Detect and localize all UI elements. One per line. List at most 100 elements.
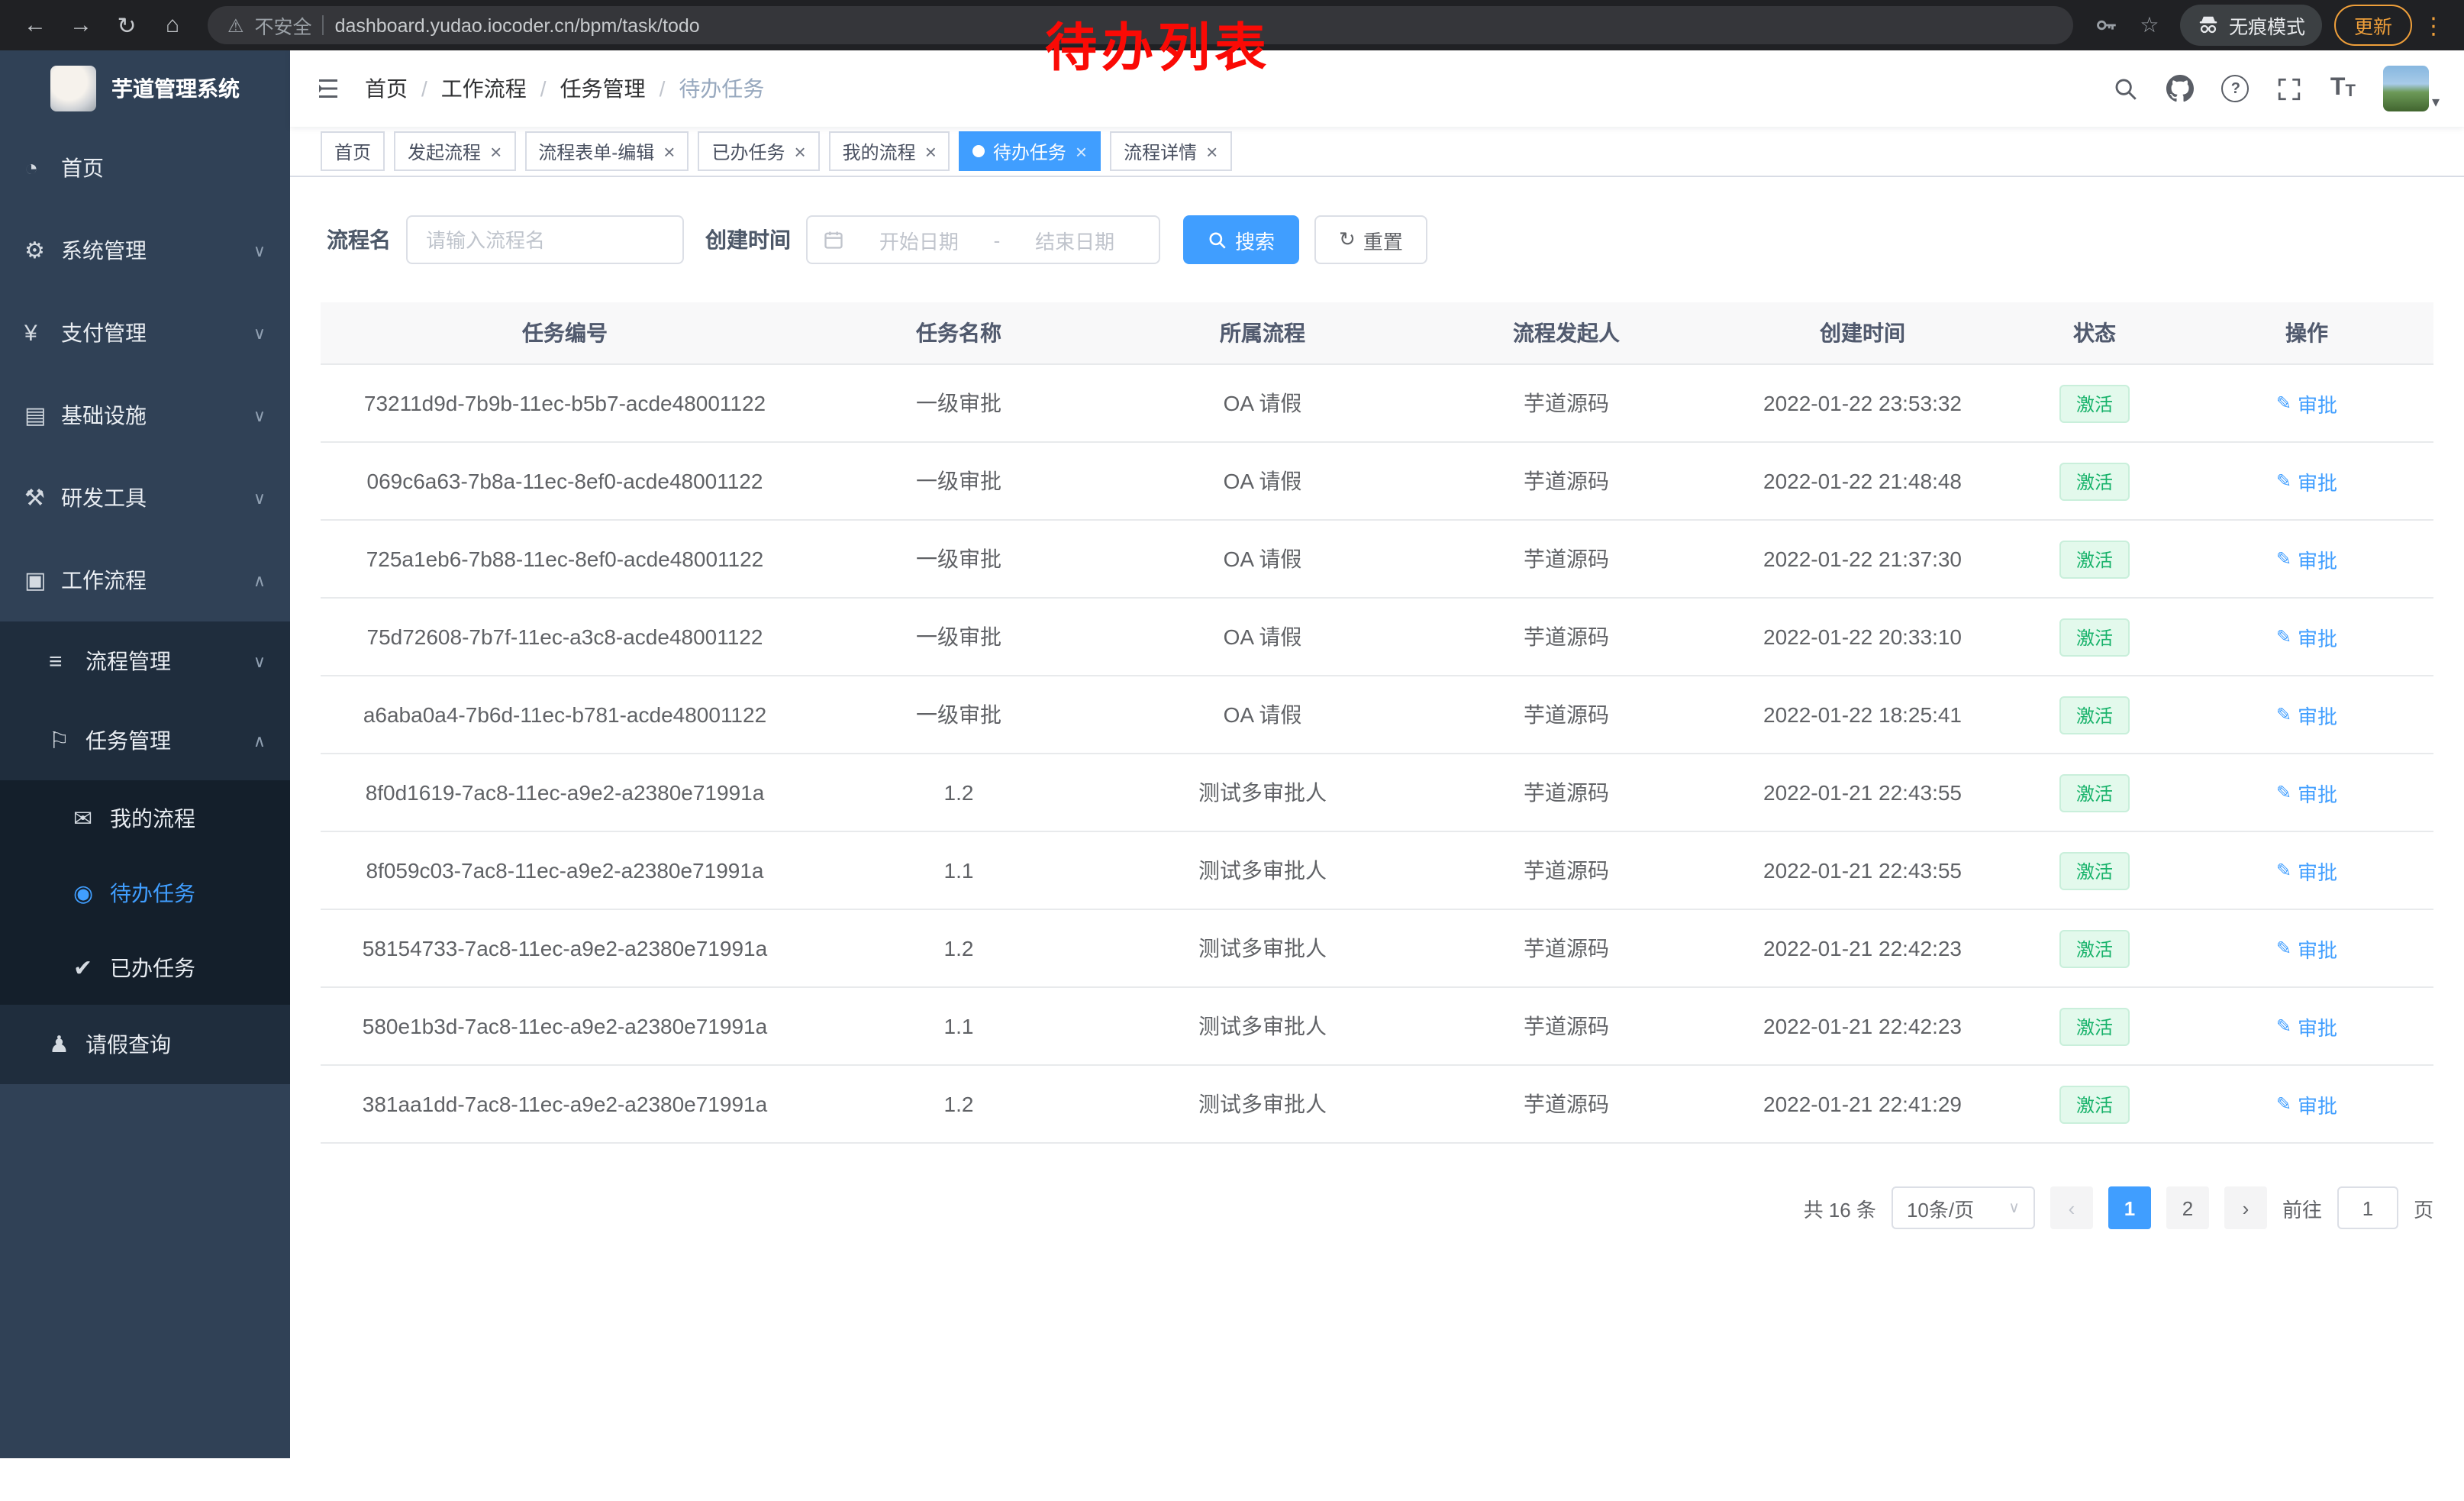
- approve-button[interactable]: ✎审批: [2276, 1089, 2337, 1118]
- sidebar-item-label: 基础设施: [61, 400, 244, 431]
- browser-refresh-icon[interactable]: ↻: [107, 5, 147, 45]
- close-icon[interactable]: ×: [490, 141, 502, 161]
- update-button[interactable]: 更新: [2334, 5, 2412, 46]
- fullscreen-icon[interactable]: [2277, 76, 2303, 102]
- sidebar-item-label: 我的流程: [110, 802, 266, 833]
- breadcrumb: 首页 / 工作流程 / 任务管理 / 待办任务: [365, 73, 764, 104]
- close-icon[interactable]: ×: [1206, 141, 1217, 161]
- approve-button[interactable]: ✎审批: [2276, 934, 2337, 963]
- sidebar-item-system-management[interactable]: ⚙ 系统管理 ∨: [0, 209, 290, 292]
- tab-process-form-edit[interactable]: 流程表单-编辑 ×: [524, 131, 689, 171]
- close-icon[interactable]: ×: [663, 141, 675, 161]
- process-name-input[interactable]: [406, 215, 684, 264]
- cell-created: 2022-01-21 22:43:55: [1716, 754, 2009, 831]
- approve-button[interactable]: ✎审批: [2276, 700, 2337, 729]
- cell-initiator: 芋道源码: [1417, 987, 1716, 1065]
- sidebar-item-label: 已办任务: [110, 952, 266, 983]
- help-icon[interactable]: ?: [2222, 75, 2250, 102]
- cell-task-name: 一级审批: [809, 676, 1108, 754]
- close-icon[interactable]: ×: [794, 141, 805, 161]
- top-navbar: 首页 / 工作流程 / 任务管理 / 待办任务: [290, 50, 2464, 127]
- status-badge: 激活: [2059, 851, 2130, 889]
- process-name-label: 流程名: [327, 224, 391, 255]
- edit-icon: ✎: [2276, 626, 2291, 647]
- approve-button[interactable]: ✎审批: [2276, 778, 2337, 807]
- approve-button[interactable]: ✎审批: [2276, 466, 2337, 495]
- sidebar-item-todo-tasks[interactable]: ◉ 待办任务: [0, 855, 290, 930]
- star-icon[interactable]: ☆: [2131, 7, 2168, 44]
- chevron-down-icon: ∨: [253, 323, 266, 343]
- search-button[interactable]: 搜索: [1183, 215, 1299, 264]
- breadcrumb-home[interactable]: 首页: [365, 73, 408, 104]
- search-icon: [1208, 230, 1227, 250]
- cell-created: 2022-01-21 22:43:55: [1716, 831, 2009, 909]
- sidebar-collapse-button[interactable]: [314, 75, 342, 102]
- sidebar-item-my-processes[interactable]: ✉ 我的流程: [0, 780, 290, 855]
- tab-initiate-process[interactable]: 发起流程 ×: [394, 131, 515, 171]
- page-size-select[interactable]: 10条/页 ∨: [1892, 1186, 2035, 1229]
- browser-back-icon[interactable]: ←: [15, 5, 55, 45]
- tab-my-processes[interactable]: 我的流程 ×: [829, 131, 950, 171]
- next-page-button[interactable]: ›: [2224, 1186, 2267, 1229]
- sidebar-item-label: 请假查询: [85, 1029, 266, 1060]
- close-icon[interactable]: ×: [1076, 141, 1087, 161]
- sidebar-item-dev-tools[interactable]: ⚒ 研发工具 ∨: [0, 457, 290, 539]
- goto-page-input[interactable]: [2337, 1186, 2398, 1229]
- approve-button[interactable]: ✎审批: [2276, 1012, 2337, 1041]
- cell-actions: ✎审批: [2180, 1065, 2433, 1143]
- tab-process-detail[interactable]: 流程详情 ×: [1110, 131, 1231, 171]
- page-button-2[interactable]: 2: [2166, 1186, 2209, 1229]
- cell-task-name: 一级审批: [809, 442, 1108, 520]
- app-frame: 芋道管理系统 ◔ 首页 ⚙ 系统管理 ∨ ¥ 支付管理 ∨ ▤: [0, 50, 2464, 1501]
- sidebar-item-task-management[interactable]: ⚐ 任务管理 ∧: [0, 701, 290, 780]
- approve-button[interactable]: ✎审批: [2276, 622, 2337, 651]
- approve-button[interactable]: ✎审批: [2276, 856, 2337, 885]
- browser-forward-icon[interactable]: →: [61, 5, 101, 45]
- breadcrumb-task-management[interactable]: 任务管理: [560, 73, 646, 104]
- user-avatar[interactable]: ▾: [2383, 66, 2440, 111]
- app-logo[interactable]: 芋道管理系统: [0, 50, 290, 127]
- avatar[interactable]: [2383, 66, 2429, 111]
- cell-status: 激活: [2009, 909, 2180, 987]
- sidebar-item-leave-query[interactable]: ♟ 请假查询: [0, 1005, 290, 1084]
- cell-initiator: 芋道源码: [1417, 831, 1716, 909]
- page-button-1[interactable]: 1: [2108, 1186, 2151, 1229]
- sidebar-item-dashboard[interactable]: ◔ 首页: [0, 127, 290, 209]
- approve-button[interactable]: ✎审批: [2276, 544, 2337, 573]
- sidebar-item-workflow[interactable]: ▣ 工作流程 ∧: [0, 539, 290, 621]
- font-size-icon[interactable]: TT: [2330, 76, 2356, 101]
- browser-home-icon[interactable]: ⌂: [153, 5, 192, 45]
- cell-task-name: 一级审批: [809, 520, 1108, 598]
- caret-down-icon: ▾: [2432, 95, 2440, 111]
- tab-label: 我的流程: [843, 138, 916, 164]
- sidebar-item-infrastructure[interactable]: ▤ 基础设施 ∨: [0, 374, 290, 457]
- close-icon[interactable]: ×: [925, 141, 937, 161]
- tab-label: 已办任务: [711, 138, 785, 164]
- key-icon[interactable]: [2088, 7, 2125, 44]
- github-icon[interactable]: [2167, 75, 2195, 102]
- cell-actions: ✎审批: [2180, 909, 2433, 987]
- refresh-icon: ↻: [1339, 228, 1356, 252]
- tab-done-tasks[interactable]: 已办任务 ×: [698, 131, 819, 171]
- sidebar: 芋道管理系统 ◔ 首页 ⚙ 系统管理 ∨ ¥ 支付管理 ∨ ▤: [0, 50, 290, 1458]
- col-task-id: 任务编号: [321, 302, 809, 364]
- search-icon[interactable]: [2114, 76, 2140, 102]
- address-bar[interactable]: ⚠ 不安全 dashboard.yudao.iocoder.cn/bpm/tas…: [208, 6, 2073, 44]
- approve-button[interactable]: ✎审批: [2276, 389, 2337, 418]
- cell-process: OA 请假: [1108, 598, 1417, 676]
- chevron-down-icon: ∨: [253, 488, 266, 508]
- cell-process: 测试多审批人: [1108, 987, 1417, 1065]
- date-range-picker[interactable]: 开始日期 - 结束日期: [806, 215, 1160, 264]
- sidebar-item-done-tasks[interactable]: ✔ 已办任务: [0, 930, 290, 1005]
- breadcrumb-workflow[interactable]: 工作流程: [441, 73, 527, 104]
- prev-page-button[interactable]: ‹: [2050, 1186, 2093, 1229]
- sidebar-item-process-management[interactable]: ≡ 流程管理 ∨: [0, 621, 290, 701]
- sidebar-item-payment-management[interactable]: ¥ 支付管理 ∨: [0, 292, 290, 374]
- page-size-value: 10条/页: [1907, 1193, 1974, 1222]
- cell-actions: ✎审批: [2180, 676, 2433, 754]
- tab-home[interactable]: 首页: [321, 131, 385, 171]
- status-badge: 激活: [2059, 773, 2130, 812]
- reset-button[interactable]: ↻ 重置: [1314, 215, 1427, 264]
- tab-todo-tasks[interactable]: 待办任务 ×: [959, 131, 1101, 171]
- browser-menu-icon[interactable]: ⋮: [2418, 11, 2449, 39]
